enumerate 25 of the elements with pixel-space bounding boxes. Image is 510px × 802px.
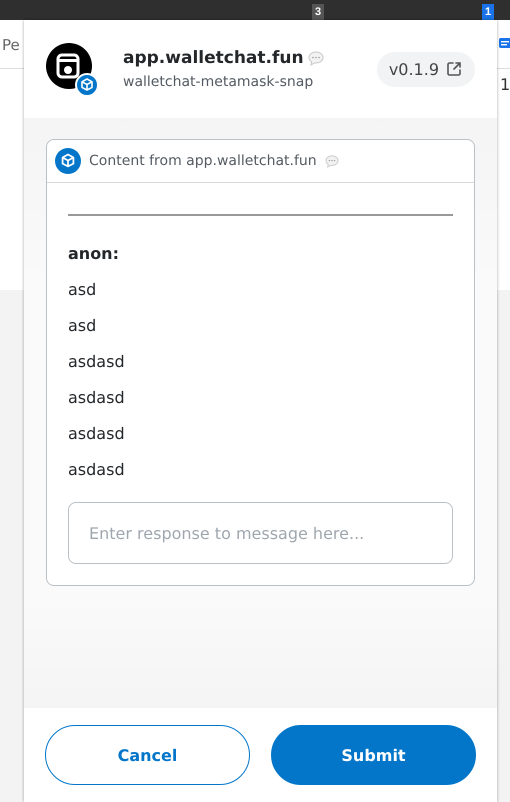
- external-link-icon: [445, 60, 463, 78]
- version-button[interactable]: v0.1.9: [376, 52, 475, 86]
- message-text: asdasd: [68, 459, 126, 481]
- message-text: asd: [68, 279, 98, 301]
- snap-name: walletchat-metamask-snap: [123, 74, 314, 90]
- wallet-logo-icon: [46, 43, 92, 89]
- page-text: 1: [500, 75, 510, 94]
- message-text: asdasd: [68, 351, 126, 373]
- site-title: app.walletchat.fun: [123, 48, 304, 68]
- speech-bubble-icon: [324, 154, 339, 168]
- content-heading: Content from app.walletchat.fun: [89, 153, 317, 169]
- speech-bubble-icon: [308, 50, 324, 66]
- cancel-button[interactable]: Cancel: [45, 725, 250, 785]
- sender-name: anon:: [68, 243, 120, 265]
- message-text: asdasd: [68, 423, 126, 445]
- message-text: asdasd: [68, 387, 126, 409]
- response-field[interactable]: Enter response to message here...: [68, 502, 453, 564]
- page-text: Pe: [2, 36, 20, 54]
- submit-button[interactable]: Submit: [271, 725, 476, 785]
- cube-icon: [55, 148, 81, 174]
- chat-icon: [499, 38, 510, 50]
- cube-icon: [75, 73, 99, 97]
- tab-badge: 3: [312, 4, 324, 20]
- message-text: asd: [68, 315, 98, 337]
- tab-badge: 1: [482, 4, 494, 20]
